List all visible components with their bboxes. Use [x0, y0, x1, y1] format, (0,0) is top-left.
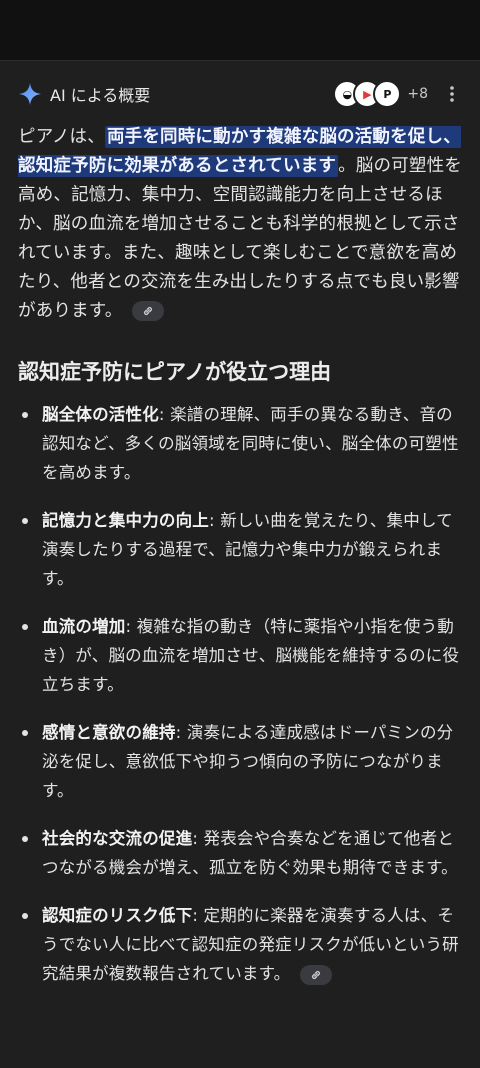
summary-body: 。脳の可塑性を高め、記憶力、集中力、空間認識能力を向上させるほか、脳の血流を増加…: [18, 156, 462, 321]
bullet: [22, 412, 28, 418]
gemini-sparkle-icon: [18, 82, 42, 106]
item-term: 認知症のリスク低下: [42, 906, 193, 925]
ai-overview-header: AI による概要 ◒ ▶ P +8: [18, 79, 462, 109]
list-item: 記憶力と集中力の向上: 新しい曲を覚えたり、集中して演奏したりする過程で、記憶力…: [18, 506, 462, 593]
reasons-list: 脳全体の活性化: 楽譜の理解、両手の異なる動き、音の認知など、多くの脳領域を同時…: [18, 400, 462, 988]
list-item: 脳全体の活性化: 楽譜の理解、両手の異なる動き、音の認知など、多くの脳領域を同時…: [18, 400, 462, 487]
item-term: 記憶力と集中力の向上: [42, 511, 209, 530]
bullet: [22, 913, 28, 919]
citation-link-button[interactable]: [300, 964, 333, 985]
summary-paragraph: ピアノは、 両手を同時に動かす複雑な脳の活動を促し、認知症予防に効果があるとされて…: [18, 123, 462, 326]
bullet: [22, 624, 28, 630]
citation-link-button[interactable]: [132, 301, 165, 321]
list-item: 認知症のリスク低下: 定期的に楽器を演奏する人は、そうでない人に比べて認知症の発…: [18, 901, 462, 988]
ai-overview-card: AI による概要 ◒ ▶ P +8 ピアノは、 両手を同時に動かす複雑な脳の活動を…: [0, 60, 480, 1068]
ai-overview-content: ピアノは、 両手を同時に動かす複雑な脳の活動を促し、認知症予防に効果があるとされて…: [18, 123, 462, 1007]
bullet: [22, 836, 28, 842]
item-term: 社会的な交流の促進: [42, 829, 193, 848]
ai-overview-title: AI による概要: [50, 86, 151, 105]
list-item: 血流の増加: 複雑な指の動き（特に薬指や小指を使う動き）が、脳の血流を増加させ、…: [18, 612, 462, 699]
list-item: 感情と意欲の維持: 演奏による達成感はドーパミンの分泌を促し、意欲低下や抑うつ傾…: [18, 718, 462, 805]
list-item: 社会的な交流の促進: 発表会や合奏などを通じて他者とつながる機会が増え、孤立を防…: [18, 824, 462, 882]
section-heading: 認知症予防にピアノが役立つ理由: [18, 360, 332, 384]
link-icon: [312, 970, 321, 979]
status-bar: [0, 0, 480, 60]
link-icon: [144, 306, 153, 316]
item-term: 感情と意欲の維持: [42, 723, 176, 742]
sources-count: +8: [407, 86, 428, 102]
bullet: [22, 730, 28, 736]
source-favicon-p: P: [373, 80, 402, 108]
item-term: 脳全体の活性化: [42, 405, 159, 424]
bullet: [22, 518, 28, 524]
sources-button[interactable]: ◒ ▶ P +8: [333, 80, 428, 108]
summary-lead: ピアノは、: [18, 127, 105, 147]
item-term: 血流の増加: [42, 617, 126, 636]
more-options-icon[interactable]: [442, 80, 462, 108]
